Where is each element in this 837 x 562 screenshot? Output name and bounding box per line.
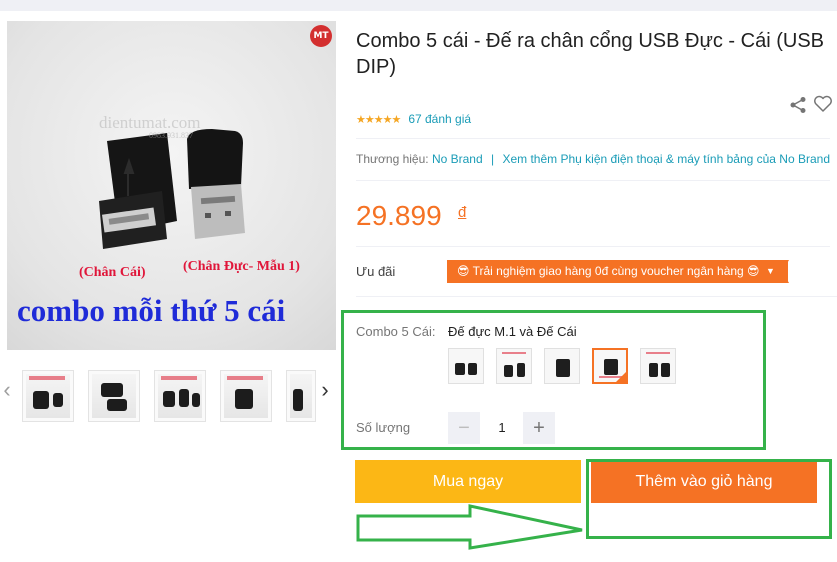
thumbnail-2[interactable] xyxy=(88,370,140,422)
label-female: (Chân Cái) xyxy=(79,265,146,280)
annotation-box-cart xyxy=(586,459,832,539)
thumbnail-4[interactable] xyxy=(220,370,272,422)
watermark-phone: 0983.931.837 xyxy=(149,131,193,140)
divider xyxy=(356,246,830,247)
voucher-text: 😎 Trải nghiệm giao hàng 0đ cùng voucher … xyxy=(457,264,760,278)
main-product-image[interactable]: MT dientumat.com 0983.931.837 (Chân Cái)… xyxy=(7,21,336,350)
male-connector-hole-2 xyxy=(225,211,231,216)
rating-count-link[interactable]: 67 đánh giá xyxy=(408,112,471,126)
thumbnail-caption xyxy=(161,376,197,380)
rating-row: ★★★★★ 67 đánh giá xyxy=(356,112,471,126)
thumbnail-part xyxy=(33,391,49,409)
thumbnail-part xyxy=(101,383,123,397)
voucher-banner[interactable]: 😎 Trải nghiệm giao hàng 0đ cùng voucher … xyxy=(447,260,788,283)
label-combo: combo mỗi thứ 5 cái xyxy=(17,293,286,328)
heart-icon[interactable] xyxy=(813,95,833,113)
chevron-right-icon[interactable]: › xyxy=(318,378,332,402)
brand-link[interactable]: No Brand xyxy=(432,152,483,166)
thumbnail-part xyxy=(163,391,175,407)
thumbnail-3[interactable] xyxy=(154,370,206,422)
brand-label: Thương hiệu: xyxy=(356,152,429,166)
top-bar xyxy=(0,0,837,11)
price-currency: đ xyxy=(458,204,467,221)
star-rating-icon: ★★★★★ xyxy=(356,113,401,126)
product-title: Combo 5 cái - Đế ra chân cổng USB Đực - … xyxy=(356,30,824,78)
thumbnail-part xyxy=(107,399,127,411)
male-connector-body xyxy=(187,129,243,189)
thumbnail-1[interactable] xyxy=(22,370,74,422)
male-connector-shell xyxy=(191,184,245,239)
share-icon[interactable] xyxy=(789,96,807,114)
divider xyxy=(356,180,830,181)
product-price: 29.899 xyxy=(356,200,442,231)
chevron-left-icon[interactable]: ‹ xyxy=(0,378,14,402)
brand-separator: | xyxy=(491,152,495,166)
annotation-box-options xyxy=(341,310,766,450)
thumbnail-part xyxy=(235,389,253,409)
divider xyxy=(356,138,830,139)
divider xyxy=(356,296,837,297)
thumbnail-strip: ‹ › xyxy=(0,360,336,422)
thumbnail-caption xyxy=(29,376,65,380)
thumbnail-caption xyxy=(227,376,263,380)
buy-now-button[interactable]: Mua ngay xyxy=(355,460,581,503)
thumbnail-5[interactable] xyxy=(286,370,316,422)
watermark: dientumat.com xyxy=(99,113,201,132)
brand-more-link[interactable]: Xem thêm Phụ kiện điện thoại & máy tính … xyxy=(502,152,830,166)
annotation-arrow-icon xyxy=(356,504,583,550)
promo-label: Ưu đãi xyxy=(356,264,396,279)
thumbnail-part xyxy=(179,389,189,407)
chevron-down-icon[interactable]: ▼ xyxy=(766,260,775,283)
label-male: (Chân Đực- Mẫu 1) xyxy=(183,259,300,274)
brand-row: Thương hiệu: No Brand | Xem thêm Phụ kiệ… xyxy=(356,152,830,166)
shop-logo: MT xyxy=(310,25,332,47)
male-connector-hole-1 xyxy=(205,213,211,218)
thumbnail-part xyxy=(192,393,200,407)
thumbnail-part xyxy=(293,389,303,411)
thumbnail-part xyxy=(53,393,63,407)
